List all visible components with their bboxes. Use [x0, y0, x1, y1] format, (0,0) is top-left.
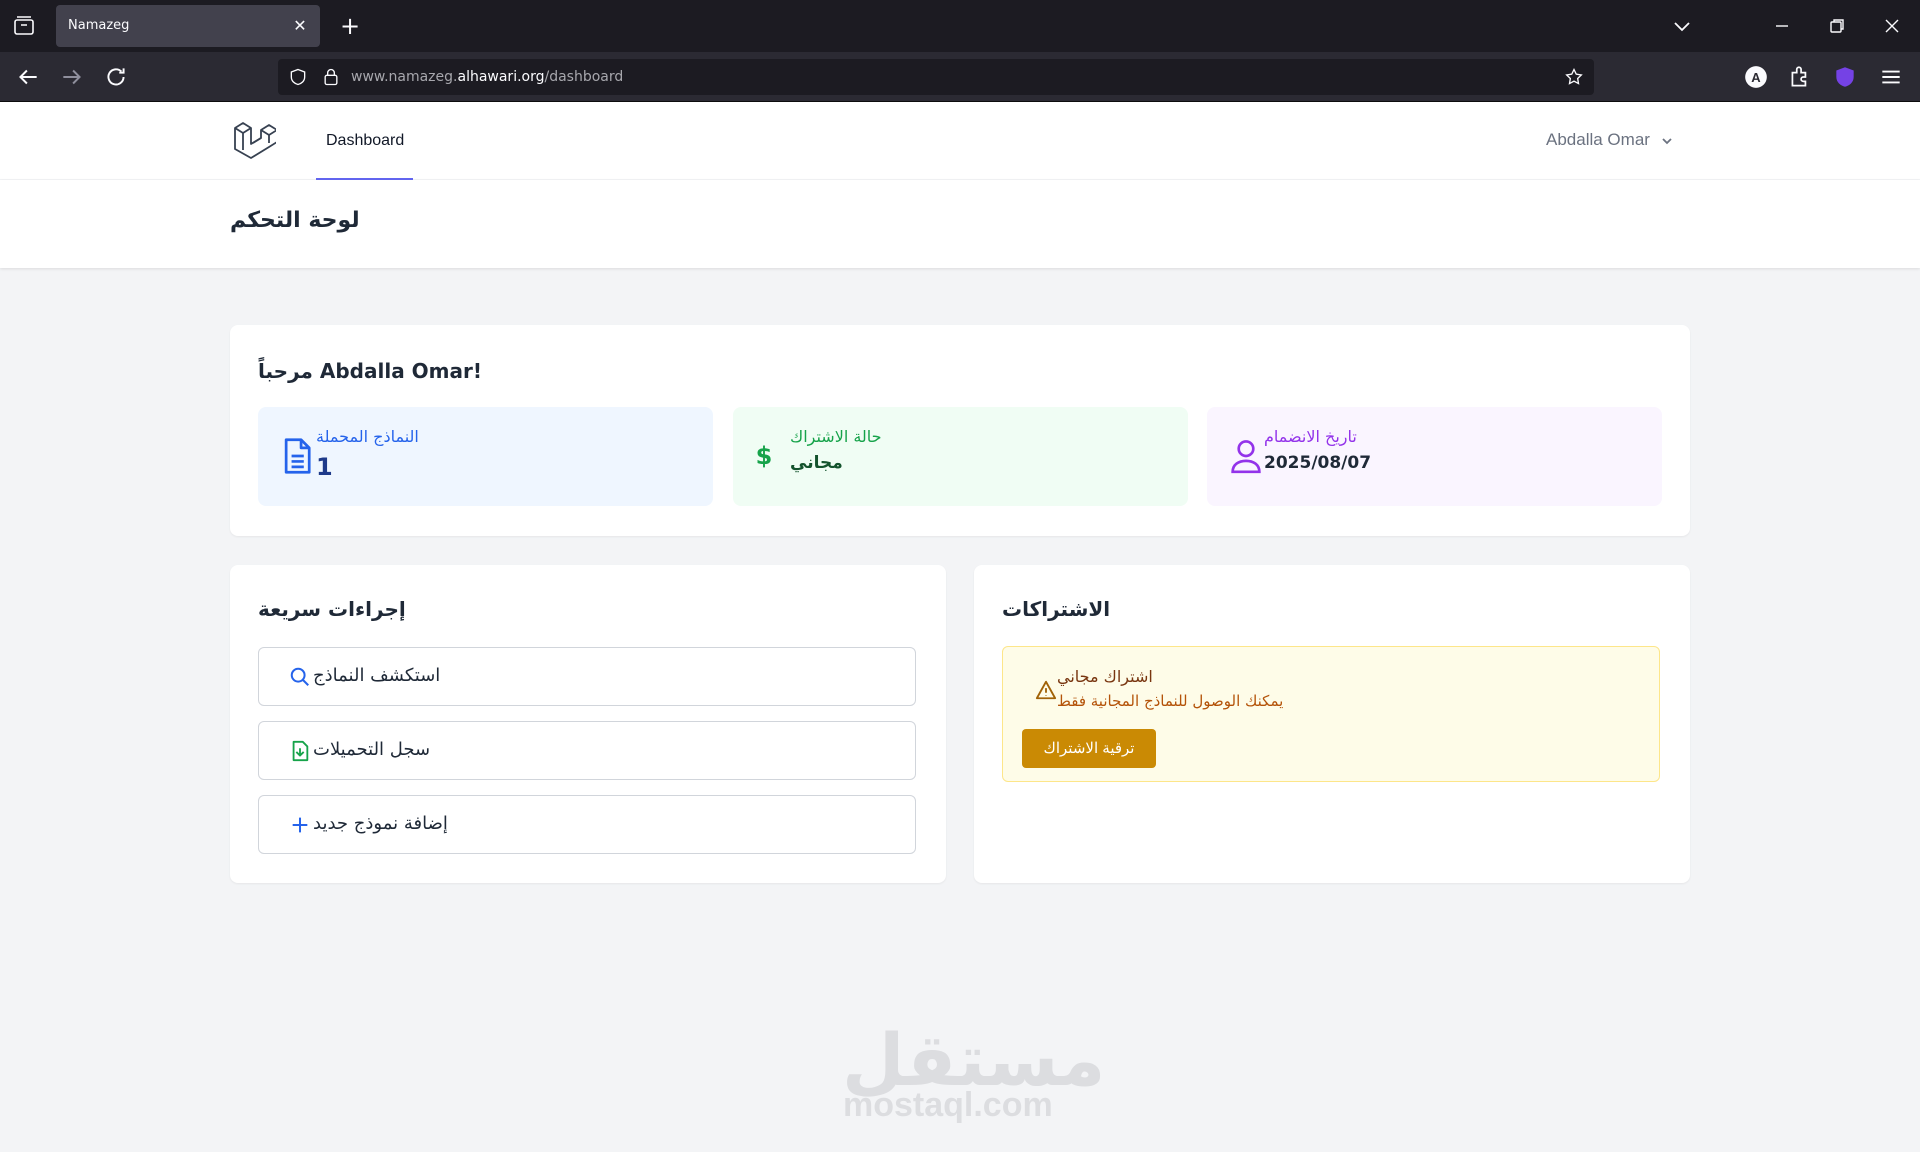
new-tab-icon[interactable]: +	[336, 12, 364, 40]
tab-overview-icon[interactable]	[10, 14, 38, 38]
reload-icon[interactable]	[103, 64, 129, 90]
watermark-latin: mostaql.com	[843, 1086, 1053, 1124]
app-navigation: Dashboard Abdalla Omar	[0, 102, 1920, 180]
plus-icon	[292, 817, 308, 833]
search-icon	[290, 667, 309, 686]
page-title: لوحة التحكم	[230, 208, 360, 233]
tracking-shield-icon[interactable]	[288, 67, 308, 87]
extension-shield-icon[interactable]	[1832, 64, 1858, 90]
url-text[interactable]: www.namazeg.alhawari.org/dashboard	[351, 69, 623, 85]
stat-value: 1	[316, 453, 333, 481]
url-prefix: www.namazeg.	[351, 69, 458, 85]
stat-uploaded-templates: النماذج المحملة 1	[258, 407, 713, 506]
page-header: لوحة التحكم	[0, 180, 1920, 268]
window-close-icon[interactable]	[1880, 14, 1904, 38]
chevron-down-icon	[1662, 137, 1672, 144]
tab-list-chevron-icon[interactable]	[1670, 14, 1694, 38]
bookmark-star-icon[interactable]	[1564, 67, 1584, 87]
action-label: سجل التحميلات	[313, 739, 431, 760]
plan-description: يمكنك الوصول للنماذج المجانية فقط	[1057, 692, 1284, 710]
forward-icon[interactable]	[59, 64, 85, 90]
subscriptions-title: الاشتراكات	[1002, 597, 1111, 621]
download-history-button[interactable]: سجل التحميلات	[258, 721, 916, 780]
stat-subscription-status: $ حالة الاشتراك مجاني	[733, 407, 1188, 506]
extensions-icon[interactable]	[1787, 64, 1813, 90]
tab-title: Namazeg	[68, 18, 130, 33]
welcome-title: مرحباً Abdalla Omar!	[258, 359, 482, 383]
free-plan-notice: اشتراك مجاني يمكنك الوصول للنماذج المجان…	[1002, 646, 1660, 782]
upgrade-subscription-button[interactable]: ترقية الاشتراك	[1022, 729, 1156, 768]
url-bar[interactable]: www.namazeg.alhawari.org/dashboard	[278, 59, 1594, 95]
url-path: /dashboard	[544, 69, 624, 85]
user-icon	[1231, 440, 1261, 474]
document-icon	[284, 438, 311, 474]
warning-icon	[1035, 680, 1057, 700]
minimize-icon[interactable]	[1770, 14, 1794, 38]
url-domain: alhawari.org	[457, 69, 545, 85]
back-icon[interactable]	[15, 64, 41, 90]
add-template-button[interactable]: إضافة نموذج جديد	[258, 795, 916, 854]
user-menu[interactable]: Abdalla Omar	[1546, 130, 1673, 150]
svg-text:A: A	[1751, 70, 1761, 85]
download-file-icon	[292, 740, 309, 762]
user-name: Abdalla Omar	[1546, 130, 1650, 149]
stat-label: حالة الاشتراك	[790, 427, 882, 446]
account-icon[interactable]: A	[1743, 64, 1769, 90]
stat-value: مجاني	[790, 453, 843, 473]
stat-value: 2025/08/07	[1264, 453, 1372, 473]
browser-tab-active[interactable]: Namazeg ✕	[56, 5, 320, 47]
quick-actions-title: إجراءات سريعة	[258, 597, 406, 621]
stat-join-date: تاريخ الانضمام 2025/08/07	[1207, 407, 1662, 506]
explore-templates-button[interactable]: استكشف النماذج	[258, 647, 916, 706]
welcome-card: مرحباً Abdalla Omar! النماذج المحملة 1 $…	[230, 325, 1690, 536]
lock-icon[interactable]	[321, 67, 341, 87]
browser-nav-bar: www.namazeg.alhawari.org/dashboard A 9	[0, 52, 1920, 126]
dollar-icon: $	[756, 442, 773, 470]
tab-close-icon[interactable]: ✕	[290, 16, 310, 36]
quick-actions-card: إجراءات سريعة استكشف النماذج سجل التحميل…	[230, 565, 946, 883]
stat-label: النماذج المحملة	[316, 427, 419, 446]
menu-icon[interactable]	[1878, 64, 1904, 90]
action-label: استكشف النماذج	[313, 665, 441, 686]
action-label: إضافة نموذج جديد	[313, 813, 448, 834]
stat-label: تاريخ الانضمام	[1264, 427, 1357, 446]
browser-tab-bar: Namazeg ✕ +	[0, 0, 1920, 52]
nav-dashboard-link[interactable]: Dashboard	[316, 102, 413, 180]
laravel-logo-icon[interactable]	[232, 120, 276, 162]
nav-dashboard-label: Dashboard	[326, 132, 405, 149]
svg-text:$: $	[756, 442, 773, 470]
subscriptions-card: الاشتراكات اشتراك مجاني يمكنك الوصول للن…	[974, 565, 1690, 883]
restore-icon[interactable]	[1825, 14, 1849, 38]
plan-title: اشتراك مجاني	[1057, 667, 1153, 686]
